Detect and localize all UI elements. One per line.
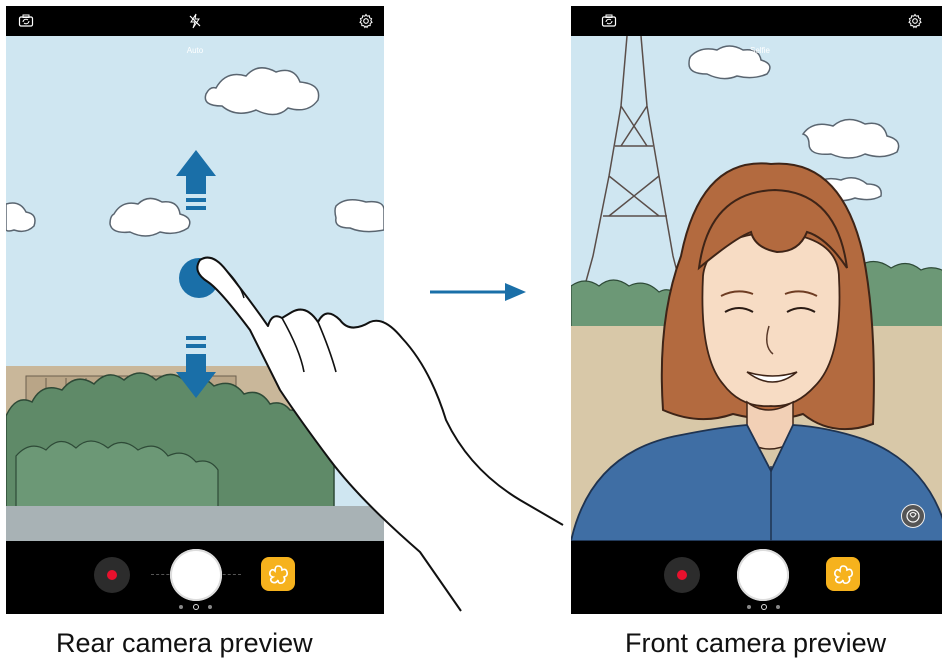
effects-icon[interactable]	[261, 557, 295, 591]
camera-viewfinder[interactable]	[571, 36, 942, 541]
shutter-button[interactable]	[170, 549, 222, 601]
record-icon[interactable]	[664, 557, 700, 593]
camera-top-bar	[571, 6, 942, 36]
effects-icon[interactable]	[826, 557, 860, 591]
page-dot-active[interactable]	[761, 604, 767, 610]
page-dot-active[interactable]	[193, 604, 199, 610]
rear-camera-caption: Rear camera preview	[56, 628, 313, 658]
camera-viewfinder[interactable]	[6, 36, 384, 541]
flash-off-icon[interactable]	[187, 13, 203, 29]
gear-icon[interactable]	[358, 13, 374, 29]
camera-mode-label: Auto	[186, 46, 204, 55]
record-icon[interactable]	[94, 557, 130, 593]
camera-mode-label: Selfie	[749, 46, 770, 55]
camera-bottom-bar	[6, 541, 384, 614]
switch-camera-icon[interactable]	[18, 13, 34, 29]
camera-bottom-bar	[571, 541, 942, 614]
page-indicator	[6, 604, 384, 611]
page-dot[interactable]	[208, 605, 212, 609]
beauty-icon[interactable]	[901, 504, 925, 528]
camera-top-bar	[6, 6, 384, 36]
switch-camera-icon[interactable]	[601, 13, 617, 29]
gear-icon[interactable]	[907, 13, 923, 29]
page-dot[interactable]	[179, 605, 183, 609]
shutter-button[interactable]	[737, 549, 789, 601]
rear-camera-screen: Auto	[6, 6, 384, 614]
page-dot[interactable]	[747, 605, 751, 609]
front-camera-caption: Front camera preview	[625, 628, 887, 658]
transition-arrow-icon	[430, 283, 526, 301]
front-camera-screen: Selfie	[571, 6, 942, 614]
page-indicator	[571, 604, 942, 611]
page-dot[interactable]	[776, 605, 780, 609]
